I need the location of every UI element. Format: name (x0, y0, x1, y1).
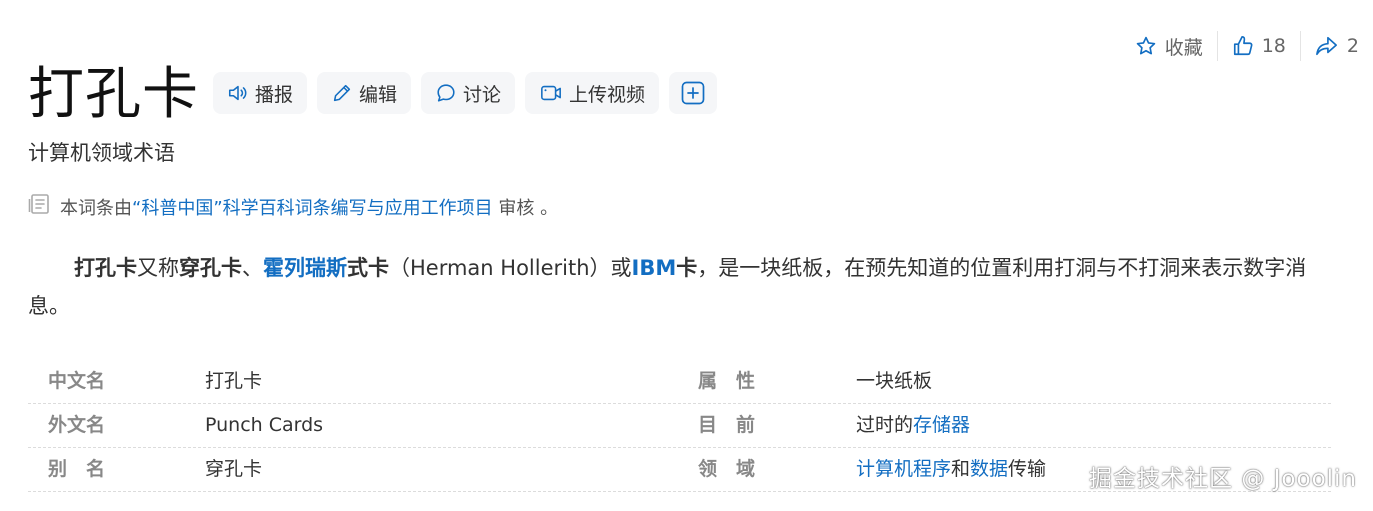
info-value-text: 过时的 (856, 414, 914, 436)
favorite-button[interactable]: 收藏 (1121, 30, 1217, 62)
table-row: 中文名 打孔卡 属 性 一块纸板 (28, 360, 1331, 404)
share-icon (1315, 35, 1339, 57)
broadcast-label: 播报 (255, 83, 294, 106)
share-count: 2 (1346, 35, 1359, 57)
document-icon (28, 192, 52, 226)
ibm-link[interactable]: IBM (632, 256, 677, 280)
video-camera-icon (539, 82, 563, 104)
summary-term: 打孔卡 (74, 256, 137, 280)
info-value-text: 和 (951, 458, 971, 480)
entry-toolbar: 播报 编辑 讨论 上传视频 (213, 72, 718, 114)
edit-button[interactable]: 编辑 (317, 72, 412, 114)
lemma-summary: 打孔卡又称穿孔卡、霍列瑞斯式卡（Herman Hollerith）或IBM卡，是… (28, 249, 1338, 325)
data-link[interactable]: 数据 (970, 458, 1008, 480)
discuss-label: 讨论 (463, 83, 502, 106)
chat-bubble-icon (435, 82, 457, 104)
hollerith-link[interactable]: 霍列瑞斯 (263, 256, 347, 280)
info-value-text: 传输 (1008, 458, 1047, 480)
pencil-icon (331, 82, 353, 104)
info-value: Punch Cards (205, 414, 324, 436)
add-button[interactable] (669, 72, 718, 114)
info-value: 计算机程序和数据传输 (856, 448, 1046, 491)
info-value: 打孔卡 (205, 370, 263, 392)
like-button[interactable]: 18 (1218, 30, 1300, 62)
share-button[interactable]: 2 (1301, 30, 1359, 62)
info-key: 领 域 (698, 458, 756, 480)
summary-term: 卡 (676, 256, 698, 280)
entry-actions: 收藏 18 2 (1121, 30, 1359, 62)
info-key: 别 名 (48, 458, 106, 480)
review-prefix: 本词条由 (60, 198, 132, 219)
program-link[interactable]: 计算机程序 (856, 458, 951, 480)
info-key: 目 前 (698, 414, 756, 436)
summary-text: 又称 (137, 256, 179, 280)
info-value: 一块纸板 (856, 370, 933, 392)
storage-link[interactable]: 存储器 (913, 414, 970, 436)
plus-square-icon (680, 80, 706, 106)
review-notice: 本词条由“科普中国”科学百科词条编写与应用工作项目 审核 。 (28, 192, 558, 226)
star-icon (1135, 35, 1157, 57)
info-key: 属 性 (698, 370, 756, 392)
review-project-link[interactable]: “科普中国”科学百科词条编写与应用工作项目 (132, 198, 493, 219)
broadcast-button[interactable]: 播报 (213, 72, 308, 114)
upload-video-label: 上传视频 (569, 83, 646, 106)
info-key: 中文名 (48, 370, 106, 392)
summary-term: 式卡 (347, 256, 389, 280)
info-key: 外文名 (48, 414, 106, 436)
speaker-icon (227, 82, 249, 104)
watermark: 掘金技术社区 @ Jooolin (1089, 466, 1357, 492)
like-count: 18 (1261, 35, 1286, 57)
edit-label: 编辑 (359, 83, 398, 106)
table-row: 外文名 Punch Cards 目 前 过时的存储器 (28, 404, 1331, 448)
upload-video-button[interactable]: 上传视频 (525, 72, 660, 114)
favorite-label: 收藏 (1164, 36, 1203, 59)
summary-text: 、 (242, 256, 263, 280)
info-value: 过时的存储器 (856, 404, 970, 447)
entry-subtitle: 计算机领域术语 (28, 141, 175, 165)
thumbs-up-icon (1232, 35, 1254, 57)
summary-term: 穿孔卡 (179, 256, 242, 280)
info-value: 穿孔卡 (205, 458, 263, 480)
review-suffix: 审核 。 (492, 198, 559, 219)
summary-text: （Herman Hollerith）或 (389, 256, 632, 280)
entry-title: 打孔卡 (28, 62, 199, 127)
discuss-button[interactable]: 讨论 (421, 72, 516, 114)
